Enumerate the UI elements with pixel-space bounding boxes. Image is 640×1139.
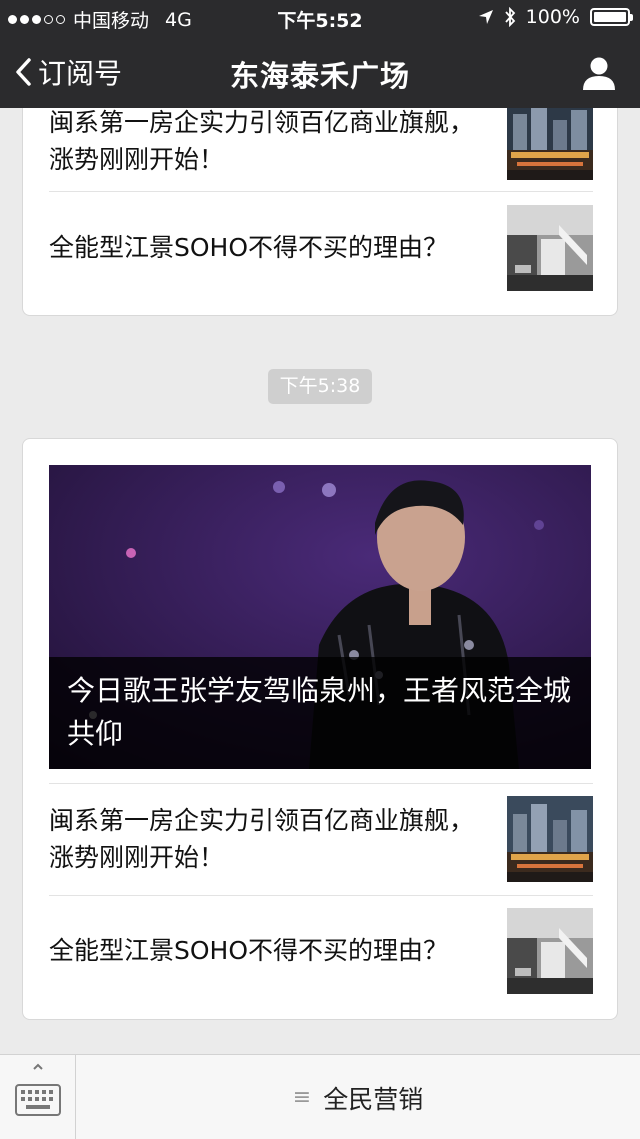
status-right: 100% [478, 6, 633, 28]
bluetooth-icon [504, 7, 515, 27]
office-interior-thumbnail [507, 908, 593, 994]
hero-article[interactable]: 今日歌王张学友驾临泉州，王者风范全城共仰 [49, 465, 591, 769]
article-title: 闽系第一房企实力引领百亿商业旗舰，涨势刚刚开始！ [49, 806, 475, 872]
hamburger-icon: ≡ [292, 1085, 312, 1110]
article-title: 全能型江景SOHO不得不买的理由？ [49, 233, 449, 262]
divider [49, 191, 593, 192]
menu-label: 全民营销 [323, 1084, 424, 1114]
office-interior-thumbnail [507, 205, 593, 291]
article-item[interactable]: 全能型江景SOHO不得不买的理由？ [49, 205, 593, 291]
keyboard-icon [15, 1063, 61, 1116]
article-item[interactable]: 闽系第一房企实力引领百亿商业旗舰，涨势刚刚开始！ [49, 108, 593, 180]
page-title: 东海泰禾广场 [229, 59, 410, 93]
nav-bar: 订阅号 东海泰禾广场 [0, 36, 640, 108]
timestamp-badge: 下午5:38 [268, 369, 372, 404]
divider [49, 783, 593, 784]
article-title: 闽系第一房企实力引领百亿商业旗舰，涨势刚刚开始！ [49, 108, 475, 174]
menu-button-quanmin[interactable]: ≡ 全民营销 [76, 1055, 640, 1139]
building-night-thumbnail [507, 796, 593, 882]
article-item[interactable]: 闽系第一房企实力引领百亿商业旗舰，涨势刚刚开始！ [49, 796, 593, 882]
building-night-thumbnail [507, 108, 593, 180]
battery-percent: 100% [525, 6, 580, 28]
battery-icon [590, 8, 633, 26]
keyboard-toggle-button[interactable] [0, 1055, 76, 1139]
profile-icon[interactable] [580, 54, 618, 92]
divider [49, 895, 593, 896]
status-bar: 中国移动 4G 下午5:52 100% [0, 0, 640, 36]
article-title: 全能型江景SOHO不得不买的理由？ [49, 936, 449, 965]
bottom-bar: ≡ 全民营销 [0, 1054, 640, 1139]
location-arrow-icon [478, 10, 493, 24]
message-card: 今日歌王张学友驾临泉州，王者风范全城共仰 闽系第一房企实力引领百亿商业旗舰，涨势… [22, 438, 618, 1020]
article-item[interactable]: 全能型江景SOHO不得不买的理由？ [49, 908, 593, 994]
hero-caption: 今日歌王张学友驾临泉州，王者风范全城共仰 [49, 657, 591, 769]
message-card: 闽系第一房企实力引领百亿商业旗舰，涨势刚刚开始！ 全能型江景SOHO不得不买的理… [22, 108, 618, 316]
